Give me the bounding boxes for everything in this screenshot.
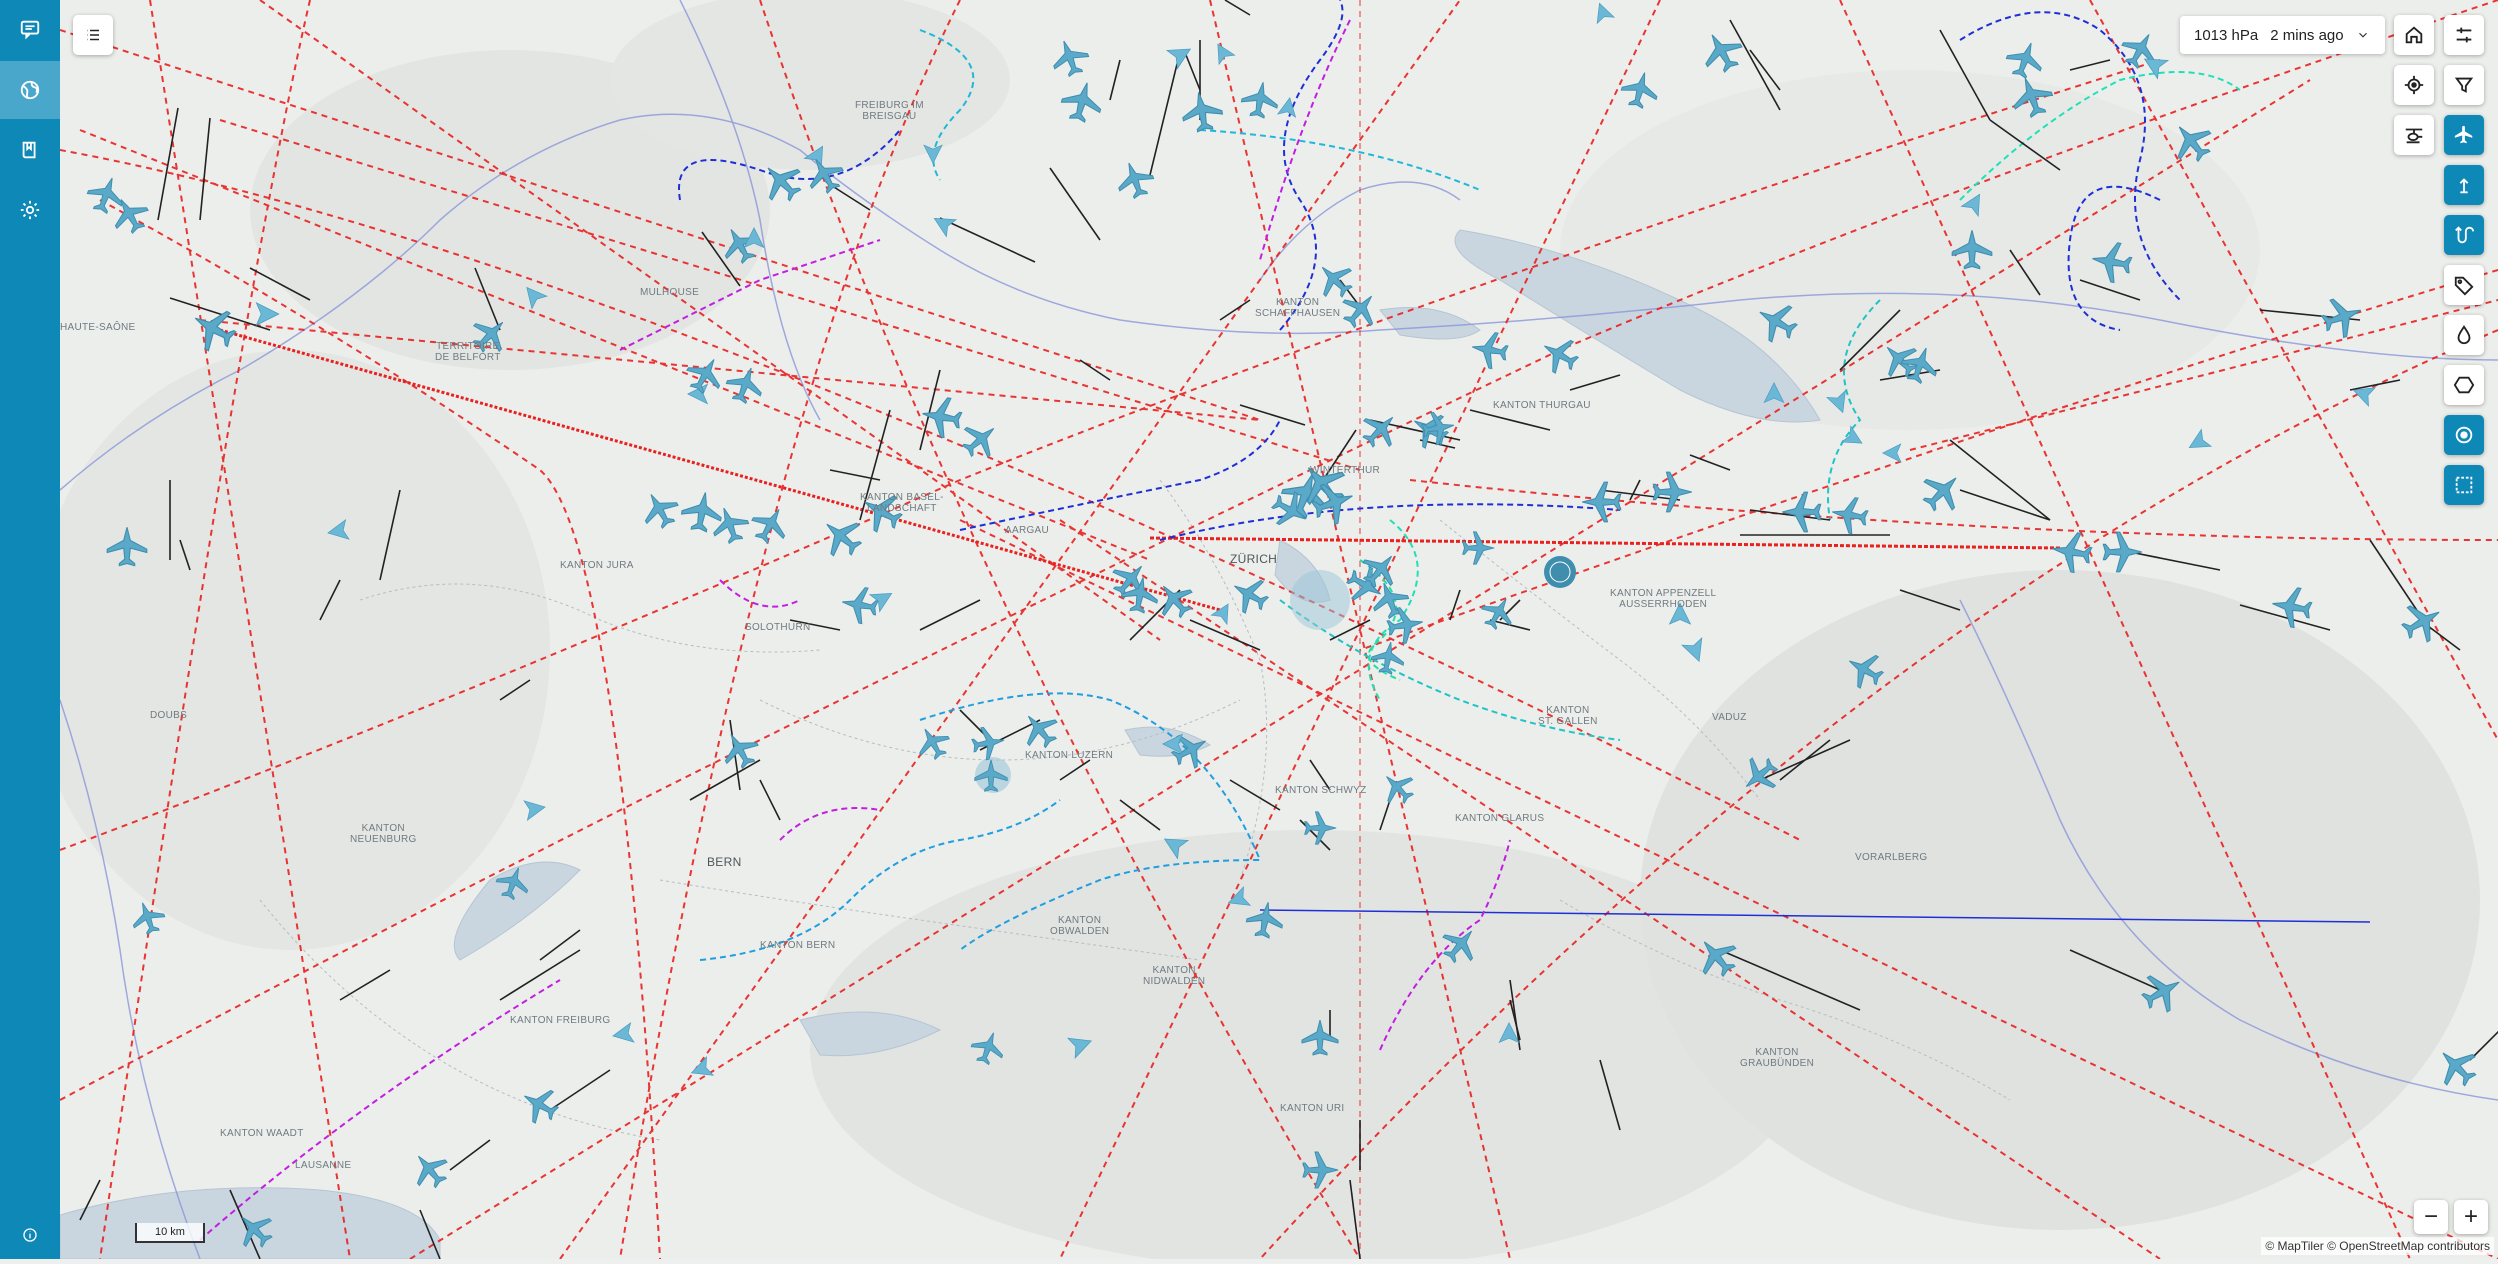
settings-button[interactable] [0,181,60,239]
place-label: ZÜRICH [1230,552,1278,566]
place-label: KANTON APPENZELL AUSSERRHODEN [1610,588,1717,610]
pressure-time-selector[interactable]: 1013 hPa 2 mins ago [2180,16,2385,54]
globe-icon [20,80,40,100]
filter-icon [2454,77,2474,93]
messages-button[interactable] [0,0,60,58]
place-label: KANTON LUZERN [1025,750,1114,761]
scale-bar: 10 km [135,1223,205,1243]
place-label: FREIBURG IM BREISGAU [855,100,924,122]
tag-icon [2454,276,2474,296]
place-label: KANTON BASEL- LANDSCHAFT [860,492,944,514]
place-label: SOLOTHURN [745,622,811,633]
place-label: TERRITOIRE DE BELFORT [435,341,501,363]
airplane-icon [2454,125,2473,144]
tracks-layer-toggle[interactable] [2444,215,2484,255]
hexagon-icon [2453,376,2475,394]
place-label: KANTON FREIBURG [510,1015,611,1026]
list-icon [87,29,99,41]
circle-target-icon [2455,426,2473,444]
place-label: HAUTE-SAÔNE [60,322,136,333]
map-layers [60,0,2498,1259]
zoom-out-button[interactable]: − [2414,1200,2448,1234]
place-label: KANTON WAADT [220,1128,304,1139]
home-button[interactable] [2394,15,2434,55]
aircraft-layer-toggle[interactable] [2444,115,2484,155]
book-icon [22,141,36,159]
altitude-icon [2459,178,2469,194]
heli-layer-button[interactable] [2394,115,2434,155]
list-button[interactable] [73,15,113,55]
place-label: KANTON GLARUS [1455,813,1545,824]
crosshair-icon [2404,75,2424,95]
sidebar [0,0,60,1259]
pressure-value: 1013 hPa [2194,26,2259,44]
map-canvas[interactable]: FREIBURG IM BREISGAU KANTON SCHAFFHAUSEN… [60,0,2498,1259]
place-label: KANTON SCHWYZ [1275,785,1367,796]
place-label: KANTON NIDWALDEN [1143,965,1206,987]
place-label: VADUZ [1712,712,1747,723]
route-icon [2455,226,2475,244]
map-button[interactable] [0,61,60,119]
settings-sliders-button[interactable] [2444,15,2484,55]
map-attribution: © MapTiler © OpenStreetMap contributors [2261,1237,2494,1255]
sliders-icon [2456,27,2472,43]
info-icon [23,1228,37,1242]
chevron-down-icon [2358,32,2367,38]
filter-button[interactable] [2444,65,2484,105]
home-icon [2405,26,2423,44]
place-label: KANTON NEUENBURG [350,823,417,845]
place-label: DOUBS [150,710,188,721]
place-label: AARGAU [1005,525,1050,536]
place-label: KANTON THURGAU [1493,400,1591,411]
altitude-layer-toggle[interactable] [2444,165,2484,205]
locate-button[interactable] [2394,65,2434,105]
info-button[interactable] [0,1206,60,1264]
place-label: KANTON JURA [560,560,634,571]
place-label: KANTON URI [1280,1103,1345,1114]
place-label: BERN [707,855,742,869]
place-label: VORARLBERG [1855,852,1928,863]
place-label: LAUSANNE [295,1160,352,1171]
drop-icon [2457,325,2471,345]
place-label: WINTERTHUR [1310,465,1381,476]
chat-icon [20,20,40,40]
place-label: KANTON BERN [760,940,836,951]
gear-icon [20,200,40,220]
labels-layer-toggle[interactable] [2444,265,2484,305]
terrain [60,0,2498,1259]
place-label: KANTON SCHAFFHAUSEN [1255,297,1341,319]
range-layer-toggle[interactable] [2444,415,2484,455]
weather-layer-toggle[interactable] [2444,315,2484,355]
place-label: KANTON GRAUBÜNDEN [1740,1047,1815,1069]
airspace-layer-toggle[interactable] [2444,365,2484,405]
area-select-toggle[interactable] [2444,465,2484,505]
bookmarks-button[interactable] [0,121,60,179]
place-label: KANTON OBWALDEN [1050,915,1110,937]
zoom-in-button[interactable]: + [2454,1200,2488,1234]
place-label: KANTON ST. GALLEN [1538,705,1598,727]
updated-time: 2 mins ago [2270,26,2344,44]
place-label: MULHOUSE [640,287,700,298]
selection-icon [2455,476,2473,494]
helicopter-icon [2405,128,2423,144]
